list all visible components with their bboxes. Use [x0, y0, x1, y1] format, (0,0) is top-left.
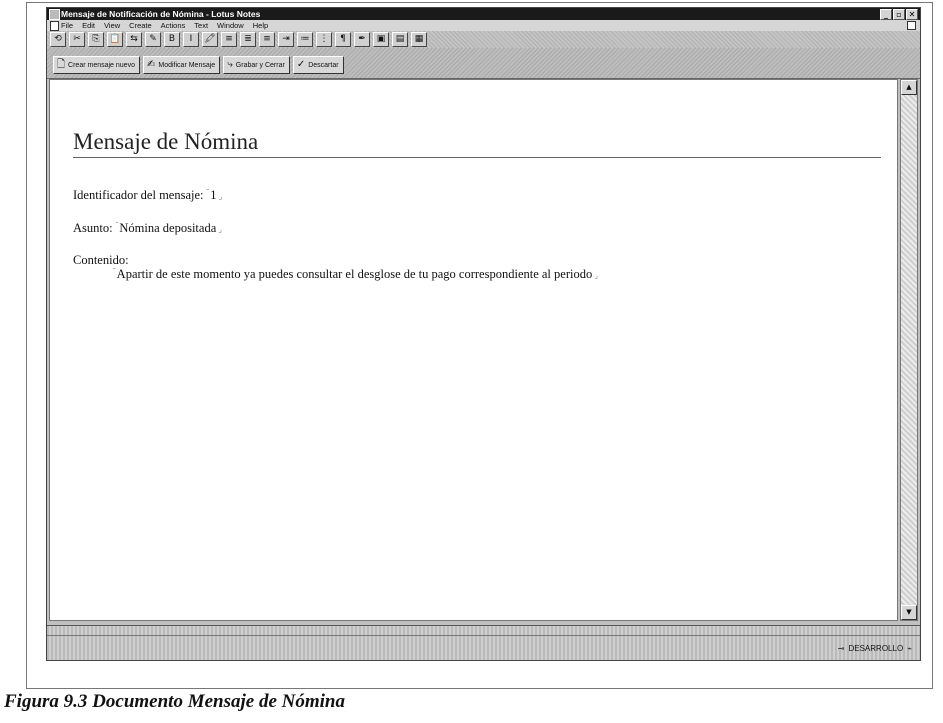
subject-label: Asunto: — [73, 221, 113, 236]
message-id-row: Identificador del mensaje: ˉ1 ⌟ — [73, 187, 222, 203]
smarticons-toolbar: ⟲ ✂ ⎘ 📋 ⇆ ✎ B I 🖍 ≡ ≣ ≡ ⇥ ≔ ⋮ ¶ ✒ ▣ ▤ ▦ — [47, 31, 920, 48]
pen-icon[interactable]: ✒ — [354, 32, 370, 47]
minimize-button[interactable]: _ — [880, 9, 892, 20]
edit-icon[interactable]: ✎ — [145, 32, 161, 47]
bullet-list-icon[interactable]: ≔ — [297, 32, 313, 47]
action-bar: 🗋 Crear mensaje nuevo ✍ Modificar Mensaj… — [47, 48, 920, 79]
field-end-marker: ⌟ — [218, 225, 222, 235]
table-icon[interactable]: ▤ — [392, 32, 408, 47]
scroll-up-arrow-icon[interactable]: ▲ — [901, 80, 917, 95]
content-field[interactable]: Apartir de este momento ya puedes consul… — [117, 267, 593, 281]
numbered-list-icon[interactable]: ⋮ — [316, 32, 332, 47]
figure-caption: Figura 9.3 Documento Mensaje de Nómina — [4, 691, 345, 712]
menu-actions[interactable]: Actions — [161, 20, 186, 31]
field-end-marker: ⌟ — [218, 192, 223, 202]
copy-icon[interactable]: ⎘ — [88, 32, 104, 47]
menu-text[interactable]: Text — [194, 20, 208, 31]
maximize-button[interactable]: ▫ — [893, 9, 905, 20]
server-status[interactable]: ⊸ DESARROLLO ⌁ — [838, 644, 912, 653]
close-button[interactable]: ✕ — [906, 9, 918, 20]
subject-row: Asunto: ˉNómina depositada ⌟ — [73, 220, 222, 236]
align-center-icon[interactable]: ≣ — [240, 32, 256, 47]
save-and-close-button[interactable]: ⤷ Grabar y Cerrar — [223, 56, 290, 74]
content-row: ˉApartir de este momento ya puedes consu… — [113, 266, 598, 282]
field-start-marker: ˉ — [115, 220, 119, 229]
title-bar: Mensaje de Notificación de Nómina - Lotu… — [47, 8, 920, 20]
paste-icon[interactable]: 📋 — [107, 32, 123, 47]
lotus-notes-window: Mensaje de Notificación de Nómina - Lotu… — [46, 7, 921, 661]
cut-icon[interactable]: ✂ — [69, 32, 85, 47]
restore-document-icon[interactable] — [907, 21, 916, 30]
menu-edit[interactable]: Edit — [82, 20, 95, 31]
modify-message-label: Modificar Mensaje — [158, 61, 216, 69]
status-bar: ⊸ DESARROLLO ⌁ — [47, 625, 920, 660]
image-icon[interactable]: ▣ — [373, 32, 389, 47]
refresh-icon[interactable]: ⟲ — [50, 32, 66, 47]
discard-icon: ✓ — [296, 59, 306, 70]
create-new-message-label: Crear mensaje nuevo — [68, 61, 135, 69]
menu-view[interactable]: View — [104, 20, 120, 31]
form-icon[interactable]: ▦ — [411, 32, 427, 47]
message-id-field[interactable]: 1 — [210, 188, 216, 202]
menu-bar: File Edit View Create Actions Text Windo… — [47, 20, 920, 31]
menu-create[interactable]: Create — [129, 20, 152, 31]
document-title: Mensaje de Nómina — [73, 129, 881, 158]
document-pane[interactable]: Mensaje de Nómina Identificador del mens… — [49, 79, 898, 621]
scroll-down-arrow-icon[interactable]: ▼ — [901, 605, 917, 620]
server-name: DESARROLLO — [848, 644, 904, 653]
server-link-icon: ⊸ — [837, 644, 845, 653]
edit-document-icon: ✍ — [146, 59, 156, 70]
save-icon: ⤷ — [227, 59, 233, 70]
document-menu-icon[interactable] — [50, 21, 59, 31]
italic-icon[interactable]: I — [183, 32, 199, 47]
discard-button[interactable]: ✓ Descartar — [292, 56, 344, 74]
field-start-marker: ˉ — [206, 187, 210, 196]
new-document-icon: 🗋 — [57, 59, 66, 70]
bold-icon[interactable]: B — [164, 32, 180, 47]
discard-label: Descartar — [308, 61, 339, 69]
menu-help[interactable]: Help — [253, 20, 268, 31]
server-connection-icon: ⌁ — [907, 644, 912, 653]
indent-icon[interactable]: ⇥ — [278, 32, 294, 47]
content-label: Contenido: — [73, 253, 129, 267]
menu-window[interactable]: Window — [217, 20, 244, 31]
highlight-icon[interactable]: 🖍 — [202, 32, 218, 47]
window-title: Mensaje de Notificación de Nómina - Lotu… — [61, 9, 261, 19]
status-divider — [47, 635, 920, 636]
create-new-message-button[interactable]: 🗋 Crear mensaje nuevo — [53, 56, 140, 74]
subject-field[interactable]: Nómina depositada — [119, 221, 216, 235]
modify-message-button[interactable]: ✍ Modificar Mensaje — [142, 56, 221, 74]
vertical-scrollbar[interactable]: ▲ ▼ — [900, 79, 918, 621]
align-left-icon[interactable]: ≡ — [221, 32, 237, 47]
field-end-marker: ⌟ — [594, 271, 598, 281]
link-icon[interactable]: ⇆ — [126, 32, 142, 47]
align-right-icon[interactable]: ≡ — [259, 32, 275, 47]
save-and-close-label: Grabar y Cerrar — [235, 61, 285, 69]
message-id-label: Identificador del mensaje: — [73, 188, 204, 203]
lotus-app-icon[interactable] — [49, 9, 60, 20]
field-start-marker: ˉ — [113, 266, 116, 275]
menu-file[interactable]: File — [61, 20, 73, 31]
paragraph-icon[interactable]: ¶ — [335, 32, 351, 47]
